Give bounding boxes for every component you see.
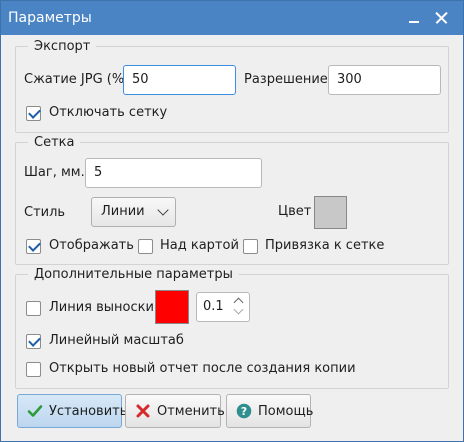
apply-button-label: Установить: [49, 404, 128, 419]
close-icon[interactable]: [433, 9, 451, 27]
leader-color-swatch[interactable]: [155, 290, 189, 324]
leader-width-value: 0.1: [203, 299, 224, 314]
resolution-label: Разрешение: [244, 72, 328, 87]
grid-step-label: Шаг, мм.: [24, 165, 85, 180]
resolution-input[interactable]: 300: [328, 65, 441, 95]
grid-step-input[interactable]: 5: [85, 158, 262, 188]
chevron-down-icon: [157, 204, 169, 216]
over-map-checkbox[interactable]: [138, 239, 153, 254]
leader-line-label[interactable]: Линия выноски: [49, 300, 154, 315]
open-report-label[interactable]: Открыть новый отчет после создания копии: [49, 361, 356, 376]
help-button[interactable]: ? Помощь: [226, 394, 314, 428]
settings-dialog: Параметры Экспорт Сжатие JPG (%) 50 Разр…: [0, 0, 464, 442]
question-icon: ?: [236, 403, 252, 419]
disable-grid-checkbox[interactable]: [26, 106, 41, 121]
cancel-button[interactable]: Отменить: [125, 394, 225, 428]
cancel-button-label: Отменить: [157, 404, 225, 419]
apply-button[interactable]: Установить: [17, 394, 127, 428]
grid-style-value: Линии: [101, 204, 145, 219]
linear-scale-checkbox[interactable]: [26, 334, 41, 349]
extra-legend: Дополнительные параметры: [34, 267, 233, 282]
grid-style-select[interactable]: Линии: [91, 197, 176, 227]
show-grid-checkbox[interactable]: [26, 239, 41, 254]
svg-text:?: ?: [241, 405, 247, 418]
leader-line-checkbox[interactable]: [26, 301, 41, 316]
linear-scale-label[interactable]: Линейный масштаб: [49, 333, 184, 348]
spin-down-icon[interactable]: [233, 304, 244, 315]
grid-color-label: Цвет: [278, 204, 312, 219]
help-button-label: Помощь: [258, 404, 314, 419]
checkmark-icon: [27, 405, 43, 417]
grid-style-label: Стиль: [24, 205, 66, 220]
show-grid-label[interactable]: Отображать: [49, 238, 134, 253]
grid-legend: Сетка: [34, 135, 75, 150]
snap-to-grid-label[interactable]: Привязка к сетке: [265, 238, 384, 253]
snap-to-grid-checkbox[interactable]: [243, 239, 258, 254]
jpg-compression-input[interactable]: 50: [123, 65, 236, 95]
grid-color-swatch[interactable]: [314, 196, 347, 229]
minimize-icon[interactable]: [405, 9, 423, 27]
export-legend: Экспорт: [34, 39, 91, 54]
x-cross-icon: [136, 404, 150, 418]
jpg-compression-label: Сжатие JPG (%): [24, 72, 130, 87]
disable-grid-label[interactable]: Отключать сетку: [49, 105, 167, 120]
over-map-label[interactable]: Над картой: [160, 238, 239, 253]
open-report-checkbox[interactable]: [26, 362, 41, 377]
title-bar[interactable]: Параметры: [1, 1, 463, 35]
leader-width-spinbox[interactable]: 0.1: [196, 292, 250, 322]
window-title: Параметры: [8, 10, 92, 26]
